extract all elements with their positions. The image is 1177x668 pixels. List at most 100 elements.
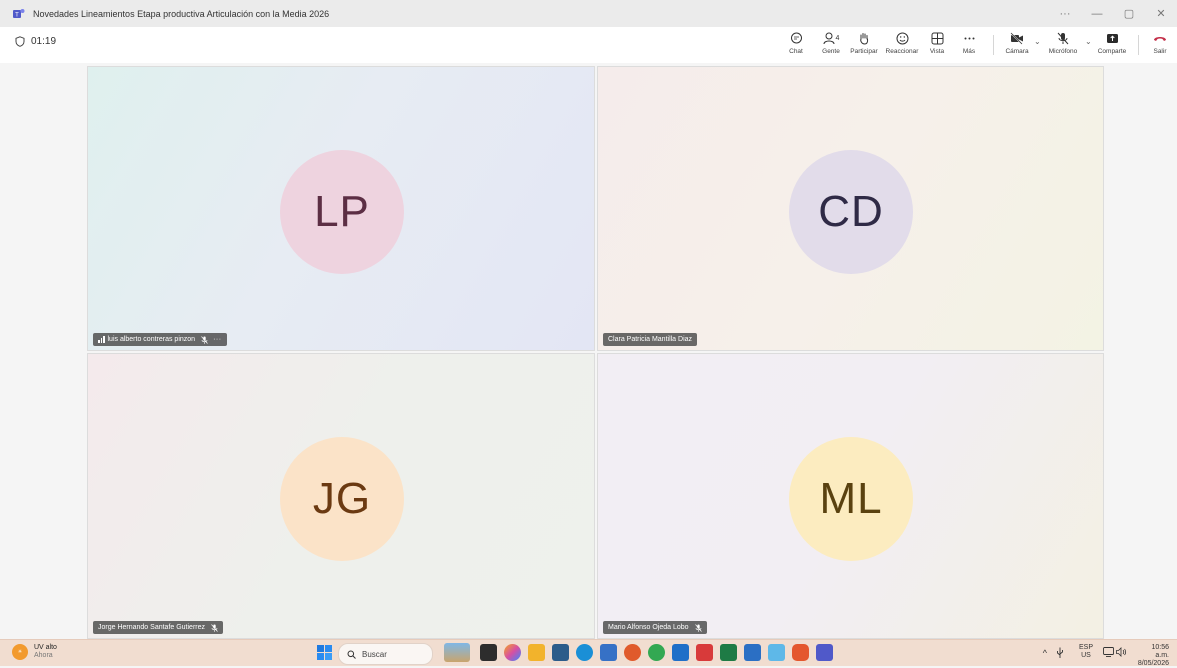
leave-button[interactable]: Salir [1150, 29, 1170, 61]
chat-icon [790, 32, 802, 43]
participant-name-tag: Mario Alfonso Ojeda Lobo [603, 621, 707, 634]
more-options-icon[interactable]: ··· [1049, 8, 1081, 20]
react-button[interactable]: Reaccionar [884, 29, 920, 61]
copilot-icon[interactable] [504, 644, 521, 661]
participant-name-tag: Clara Patricia Mantilla Diaz [603, 333, 698, 346]
task-view-icon[interactable] [480, 644, 497, 661]
share-button[interactable]: Comparte [1096, 29, 1128, 61]
leave-label: Salir [1153, 48, 1167, 55]
close-icon[interactable]: ✕ [1145, 7, 1177, 20]
participant-initials: CD [818, 187, 884, 236]
desktop-thumbnail-icon[interactable] [444, 643, 470, 662]
microphone-off-icon [1057, 32, 1069, 44]
firefox-icon[interactable] [624, 644, 641, 661]
chrome-icon[interactable] [648, 644, 665, 661]
word-icon[interactable] [744, 644, 761, 661]
chat-button[interactable]: Chat [786, 29, 806, 61]
participant-initials: JG [312, 474, 372, 523]
file-explorer-icon[interactable] [528, 644, 545, 661]
windows-start-icon[interactable] [316, 644, 333, 661]
volume-icon[interactable] [1116, 647, 1127, 657]
timer-text: 01:19 [31, 36, 57, 47]
brave-icon[interactable] [792, 644, 809, 661]
more-label: Más [962, 48, 976, 55]
weather-widget[interactable]: ☀ UV alto Ahora [12, 644, 57, 660]
weather-subtitle: Ahora [34, 652, 53, 659]
participant-name: luis alberto contreras pinzon [107, 336, 196, 343]
edge-icon[interactable] [576, 644, 593, 661]
participant-avatar: CD [789, 150, 913, 274]
raise-hand-icon [860, 32, 869, 45]
teams-logo-icon: T [13, 8, 25, 18]
camera-off-icon [1010, 31, 1023, 45]
camera-options-chevron-icon[interactable]: ⌄ [1034, 37, 1041, 46]
uv-sun-icon: ☀ [12, 644, 28, 660]
outlook-icon[interactable] [672, 644, 689, 661]
acrobat-icon[interactable] [696, 644, 713, 661]
weather-app-icon[interactable] [768, 644, 785, 661]
taskbar-search[interactable]: Buscar [338, 643, 433, 665]
windows-taskbar: ☀ UV alto Ahora Buscar ^ ESP US 10:56 a.… [0, 639, 1177, 668]
clock-time: 10:56 a.m. [1151, 644, 1169, 659]
search-icon [347, 650, 356, 659]
teams-icon[interactable] [816, 644, 833, 661]
show-hidden-icons-icon[interactable]: ^ [1043, 648, 1047, 658]
chat-label: Chat [789, 48, 803, 55]
usb-icon[interactable] [1056, 647, 1064, 659]
store-icon[interactable] [552, 644, 569, 661]
camera-label: Cámara [1005, 48, 1029, 55]
shield-icon [15, 36, 25, 47]
view-button[interactable]: Vista [927, 29, 947, 61]
toolbar-divider [993, 35, 994, 55]
participant-initials: LP [314, 187, 370, 236]
video-stage: LP luis alberto contreras pinzon ··· CD … [0, 63, 1177, 639]
signal-strength-icon [98, 336, 105, 343]
microphone-button[interactable]: Micrófono [1046, 29, 1080, 61]
share-screen-icon [1106, 33, 1118, 43]
search-placeholder: Buscar [362, 649, 387, 659]
people-count: 4 [835, 34, 840, 42]
participant-avatar: ML [789, 437, 913, 561]
microphone-label: Micrófono [1048, 48, 1078, 55]
more-icon [964, 37, 974, 39]
participant-name: Jorge Hernando Santafe Gutierrez [98, 624, 206, 631]
weather-title: UV alto [34, 644, 57, 651]
people-icon [823, 32, 835, 44]
minimize-icon[interactable]: — [1081, 8, 1113, 20]
more-button[interactable]: Más [960, 29, 978, 61]
participant-tile[interactable]: JG Jorge Hernando Santafe Gutierrez [87, 353, 595, 639]
emoji-icon [896, 32, 908, 44]
microphone-muted-icon [694, 623, 702, 632]
network-icon[interactable] [1103, 647, 1114, 657]
maximize-icon[interactable]: ▢ [1113, 7, 1145, 20]
participant-tile[interactable]: CD Clara Patricia Mantilla Diaz [597, 66, 1104, 351]
window-title-bar: T Novedades Lineamientos Etapa productiv… [0, 0, 1177, 27]
microphone-muted-icon [201, 335, 208, 344]
people-button[interactable]: 4 Gente [818, 29, 844, 61]
microphone-options-chevron-icon[interactable]: ⌄ [1085, 37, 1092, 46]
participant-more-icon[interactable]: ··· [213, 336, 222, 343]
language-code: ESP [1078, 644, 1093, 651]
participant-name-tag: Jorge Hernando Santafe Gutierrez [93, 621, 224, 634]
people-label: Gente [822, 48, 840, 55]
excel-icon[interactable] [720, 644, 737, 661]
microphone-muted-icon [211, 623, 218, 632]
participant-tile[interactable]: LP luis alberto contreras pinzon ··· [87, 66, 595, 351]
clock-date: 8/05/2026 [1137, 660, 1169, 667]
language-indicator[interactable]: ESP US [1079, 644, 1093, 660]
photos-icon[interactable] [600, 644, 617, 661]
clock[interactable]: 10:56 a.m. 8/05/2026 [1138, 644, 1169, 668]
participant-tile[interactable]: ML Mario Alfonso Ojeda Lobo [597, 353, 1104, 639]
participant-avatar: JG [280, 437, 404, 561]
hang-up-icon [1154, 36, 1166, 41]
raise-hand-button[interactable]: Participar [850, 29, 878, 61]
participant-name-tag: luis alberto contreras pinzon ··· [93, 333, 227, 346]
svg-text:T: T [15, 12, 19, 18]
camera-button[interactable]: Cámara [1004, 29, 1030, 61]
participant-avatar: LP [280, 150, 404, 274]
meeting-timer: 01:19 [15, 36, 56, 47]
region-code: US [1081, 652, 1091, 659]
toolbar-divider [1138, 35, 1139, 55]
react-label: Reaccionar [885, 48, 919, 55]
view-label: Vista [929, 48, 945, 55]
